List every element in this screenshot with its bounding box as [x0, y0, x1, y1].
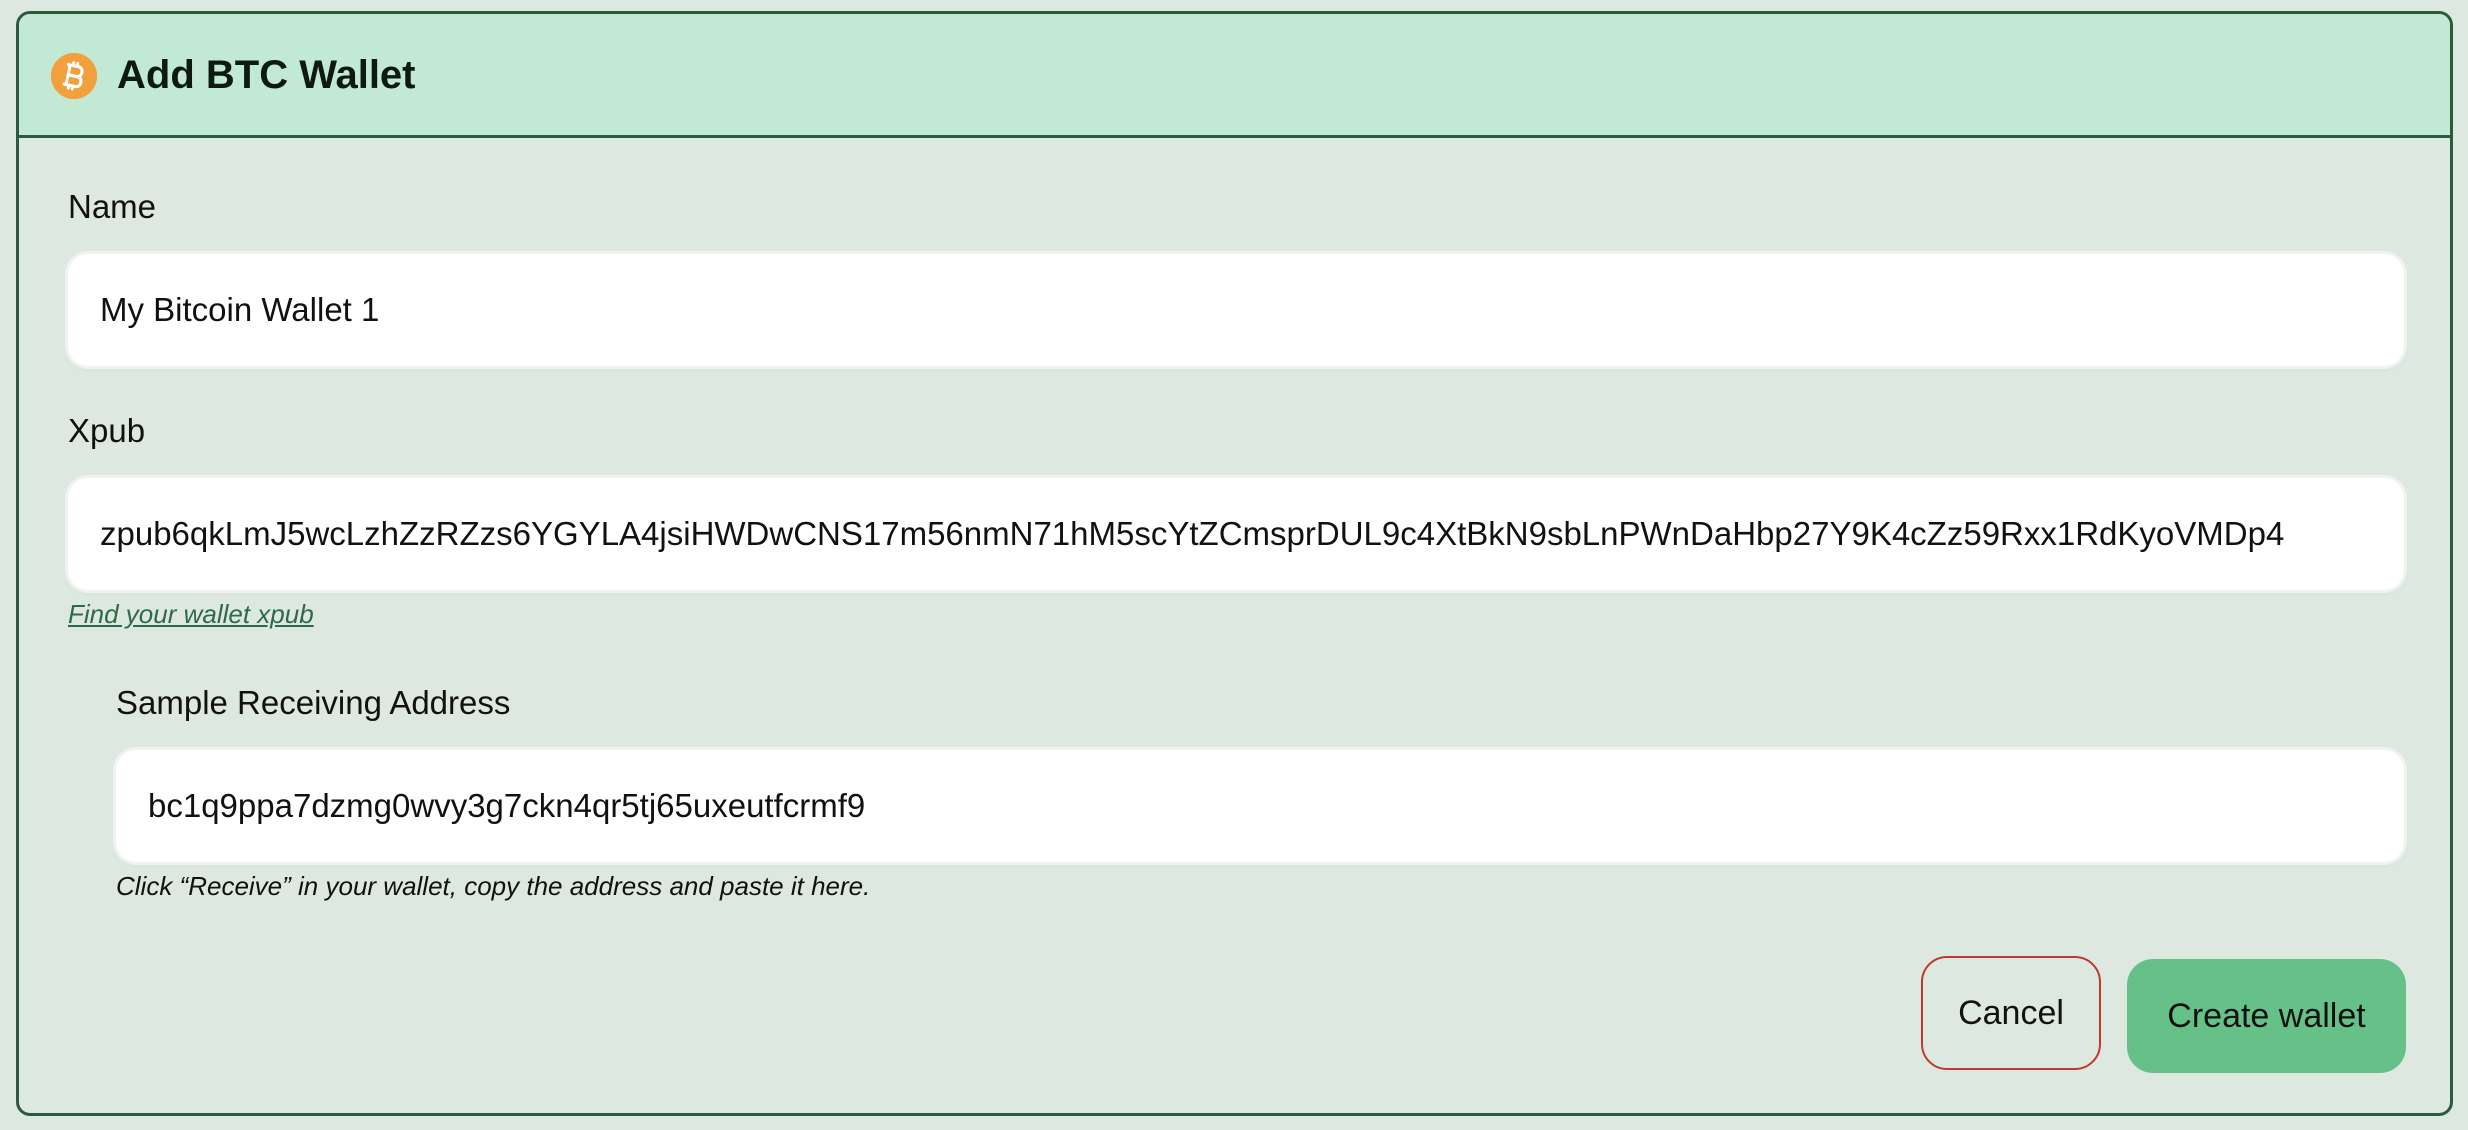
dialog-header: Add BTC Wallet	[19, 14, 2450, 138]
cancel-button[interactable]: Cancel	[1921, 956, 2101, 1070]
xpub-input-value: zpub6qkLmJ5wcLzhZzRZzs6YGYLA4jsiHWDwCNS1…	[100, 515, 2285, 552]
sample-address-value: bc1q9ppa7dzmg0wvy3g7ckn4qr5tj65uxeutfcrm…	[148, 787, 866, 824]
xpub-input[interactable]: zpub6qkLmJ5wcLzhZzRZzs6YGYLA4jsiHWDwCNS1…	[68, 478, 2404, 590]
name-input[interactable]: My Bitcoin Wallet 1	[68, 254, 2404, 366]
bitcoin-icon	[51, 53, 97, 99]
name-input-value: My Bitcoin Wallet 1	[100, 291, 380, 328]
cancel-button-label: Cancel	[1958, 993, 2064, 1032]
add-wallet-dialog: Add BTC Wallet Name My Bitcoin Wallet 1 …	[16, 11, 2453, 1116]
dialog-title: Add BTC Wallet	[117, 53, 416, 97]
name-label: Name	[68, 188, 157, 225]
xpub-label: Xpub	[68, 412, 146, 449]
sample-address-input[interactable]: bc1q9ppa7dzmg0wvy3g7ckn4qr5tj65uxeutfcrm…	[116, 750, 2404, 862]
find-xpub-link[interactable]: Find your wallet xpub	[68, 598, 314, 630]
create-wallet-button-label: Create wallet	[2167, 996, 2366, 1035]
address-hint: Click “Receive” in your wallet, copy the…	[116, 871, 871, 901]
create-wallet-button[interactable]: Create wallet	[2127, 959, 2406, 1073]
sample-address-label: Sample Receiving Address	[116, 684, 511, 721]
